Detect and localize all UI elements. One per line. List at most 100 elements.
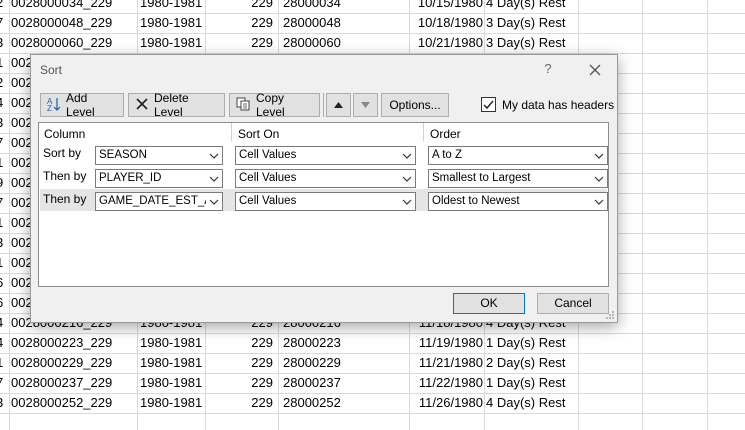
table-cell[interactable]: 0028000252_229 — [11, 393, 135, 413]
options-button[interactable]: Options... — [381, 93, 449, 117]
table-cell[interactable]: 1 Day(s) Rest — [486, 333, 578, 353]
delete-level-button[interactable]: Delete Level — [128, 91, 225, 119]
table-cell[interactable]: 2 — [0, 0, 8, 13]
table-cell[interactable]: 10/21/1980 — [395, 33, 483, 53]
table-cell[interactable]: 6 — [0, 293, 8, 313]
table-cell[interactable]: 11/26/1980 — [395, 393, 483, 413]
copy-level-button[interactable]: Copy Level — [229, 91, 320, 119]
chevron-down-icon[interactable] — [399, 147, 415, 164]
table-cell[interactable]: 3 — [0, 33, 8, 53]
table-cell[interactable]: 1980-1981 — [140, 373, 204, 393]
table-cell[interactable]: 4 — [0, 333, 8, 353]
table-cell[interactable]: 6 — [0, 273, 8, 293]
table-cell[interactable]: 28000237 — [283, 373, 407, 393]
chevron-down-icon[interactable] — [399, 193, 415, 210]
table-cell[interactable]: 28000060 — [283, 33, 407, 53]
sort-on-select[interactable]: Cell Values — [235, 169, 416, 188]
table-cell[interactable]: 229 — [207, 393, 273, 413]
table-cell[interactable]: 7 — [0, 373, 8, 393]
my-data-has-headers-checkbox[interactable] — [481, 97, 496, 112]
table-cell[interactable]: 7 — [0, 193, 8, 213]
table-cell[interactable]: 1980-1981 — [140, 393, 204, 413]
table-row[interactable]: 70028000048_2291980-1981229 2800004810/18… — [0, 13, 745, 34]
table-cell[interactable]: 0028000034_229 — [11, 0, 135, 13]
table-cell[interactable]: 3 — [0, 393, 8, 413]
sort-level-row[interactable]: Then by PLAYER_ID Cell Values Smallest t… — [40, 166, 608, 188]
table-cell[interactable]: 28000223 — [283, 333, 407, 353]
table-cell[interactable]: 11/21/1980 — [395, 353, 483, 373]
table-cell[interactable]: 7 — [0, 13, 8, 33]
table-cell[interactable]: 1 Day(s) Rest — [486, 373, 578, 393]
table-cell[interactable]: 10/18/1980 — [395, 13, 483, 33]
chevron-down-icon[interactable] — [591, 147, 607, 164]
table-cell[interactable]: 1 — [0, 53, 8, 73]
table-row[interactable]: 20028000034_229 1980-1981229 2800003410/15… — [0, 0, 745, 14]
sort-level-row[interactable]: Sort by SEASON Cell Values A to Z — [40, 143, 608, 165]
table-cell[interactable]: 1980-1981 — [140, 0, 204, 13]
table-cell[interactable]: 1 — [0, 353, 8, 373]
table-cell[interactable]: 10/15/1980 — [395, 0, 483, 13]
table-cell[interactable]: 1 — [0, 213, 8, 233]
sort-on-select[interactable]: Cell Values — [235, 192, 416, 211]
ok-button[interactable]: OK — [453, 293, 525, 314]
order-select[interactable]: Oldest to Newest — [428, 192, 608, 211]
table-cell[interactable]: 28000048 — [283, 13, 407, 33]
sort-on-select[interactable]: Cell Values — [235, 146, 416, 165]
column-select[interactable]: SEASON — [95, 146, 223, 165]
table-cell[interactable]: 1 — [0, 153, 8, 173]
chevron-down-icon[interactable] — [206, 147, 222, 164]
table-row[interactable]: 40028000223_2291980-1981229 2800022311/19… — [0, 333, 745, 354]
table-cell[interactable]: 229 — [207, 353, 273, 373]
add-level-button[interactable]: A Z Add Level — [40, 91, 124, 119]
my-data-has-headers-label[interactable]: My data has headers — [502, 98, 614, 112]
table-cell[interactable]: 11/22/1980 — [395, 373, 483, 393]
column-select[interactable]: GAME_DATE_EST_AD — [95, 192, 223, 211]
move-down-button[interactable] — [353, 93, 378, 117]
table-row[interactable]: 30028000060_2291980-1981229 2800006010/21… — [0, 33, 745, 54]
table-cell[interactable]: 1 — [0, 253, 8, 273]
help-button[interactable]: ? — [540, 61, 556, 77]
table-cell[interactable]: 4 Day(s) Rest — [486, 0, 578, 13]
column-select[interactable]: PLAYER_ID — [95, 169, 223, 188]
chevron-down-icon[interactable] — [591, 170, 607, 187]
cancel-button[interactable]: Cancel — [537, 293, 609, 314]
close-button[interactable] — [584, 59, 606, 81]
table-cell[interactable]: 3 Day(s) Rest — [486, 33, 578, 53]
chevron-down-icon[interactable] — [206, 193, 222, 210]
table-cell[interactable]: 0028000223_229 — [11, 333, 135, 353]
table-cell[interactable]: 7 — [0, 133, 8, 153]
table-cell[interactable]: 3 Day(s) Rest — [486, 13, 578, 33]
table-cell[interactable]: 4 Day(s) Rest — [486, 393, 578, 413]
table-cell[interactable]: 2 — [0, 73, 8, 93]
table-row[interactable]: 10028000229_2291980-1981229 2800022911/21… — [0, 353, 745, 374]
table-cell[interactable]: 229 — [207, 333, 273, 353]
chevron-down-icon[interactable] — [399, 170, 415, 187]
sort-levels-list[interactable]: Column Sort On Order Sort by SEASON Cell… — [38, 122, 609, 287]
move-up-button[interactable] — [326, 93, 351, 117]
order-select[interactable]: A to Z — [428, 146, 608, 165]
table-cell[interactable]: 1980-1981 — [140, 353, 204, 373]
chevron-down-icon[interactable] — [591, 193, 607, 210]
table-cell[interactable]: 4 — [0, 93, 8, 113]
table-cell[interactable]: 0028000229_229 — [11, 353, 135, 373]
table-cell[interactable]: 0028000237_229 — [11, 373, 135, 393]
table-cell[interactable]: 229 — [207, 373, 273, 393]
table-cell[interactable]: 0028000048_229 — [11, 13, 135, 33]
table-cell[interactable]: 0028000060_229 — [11, 33, 135, 53]
table-cell[interactable]: 3 — [0, 113, 8, 133]
table-cell[interactable]: 3 — [0, 233, 8, 253]
table-cell[interactable]: 28000252 — [283, 393, 407, 413]
table-cell[interactable]: 9 — [0, 173, 8, 193]
table-cell[interactable]: 229 — [207, 13, 273, 33]
table-cell[interactable]: 1980-1981 — [140, 33, 204, 53]
table-cell[interactable]: 11/19/1980 — [395, 333, 483, 353]
chevron-down-icon[interactable] — [206, 170, 222, 187]
table-cell[interactable]: 1980-1981 — [140, 13, 204, 33]
table-cell[interactable]: 229 — [207, 33, 273, 53]
table-row[interactable]: 70028000237_2291980-1981229 2800023711/22… — [0, 373, 745, 394]
resize-grip-icon[interactable] — [605, 310, 615, 320]
table-cell[interactable]: 2 Day(s) Rest — [486, 353, 578, 373]
table-cell[interactable]: 229 — [207, 0, 273, 13]
table-cell[interactable]: 4 — [0, 313, 8, 333]
sort-level-row-selected[interactable]: Then by GAME_DATE_EST_AD Cell Values Old… — [40, 189, 608, 211]
